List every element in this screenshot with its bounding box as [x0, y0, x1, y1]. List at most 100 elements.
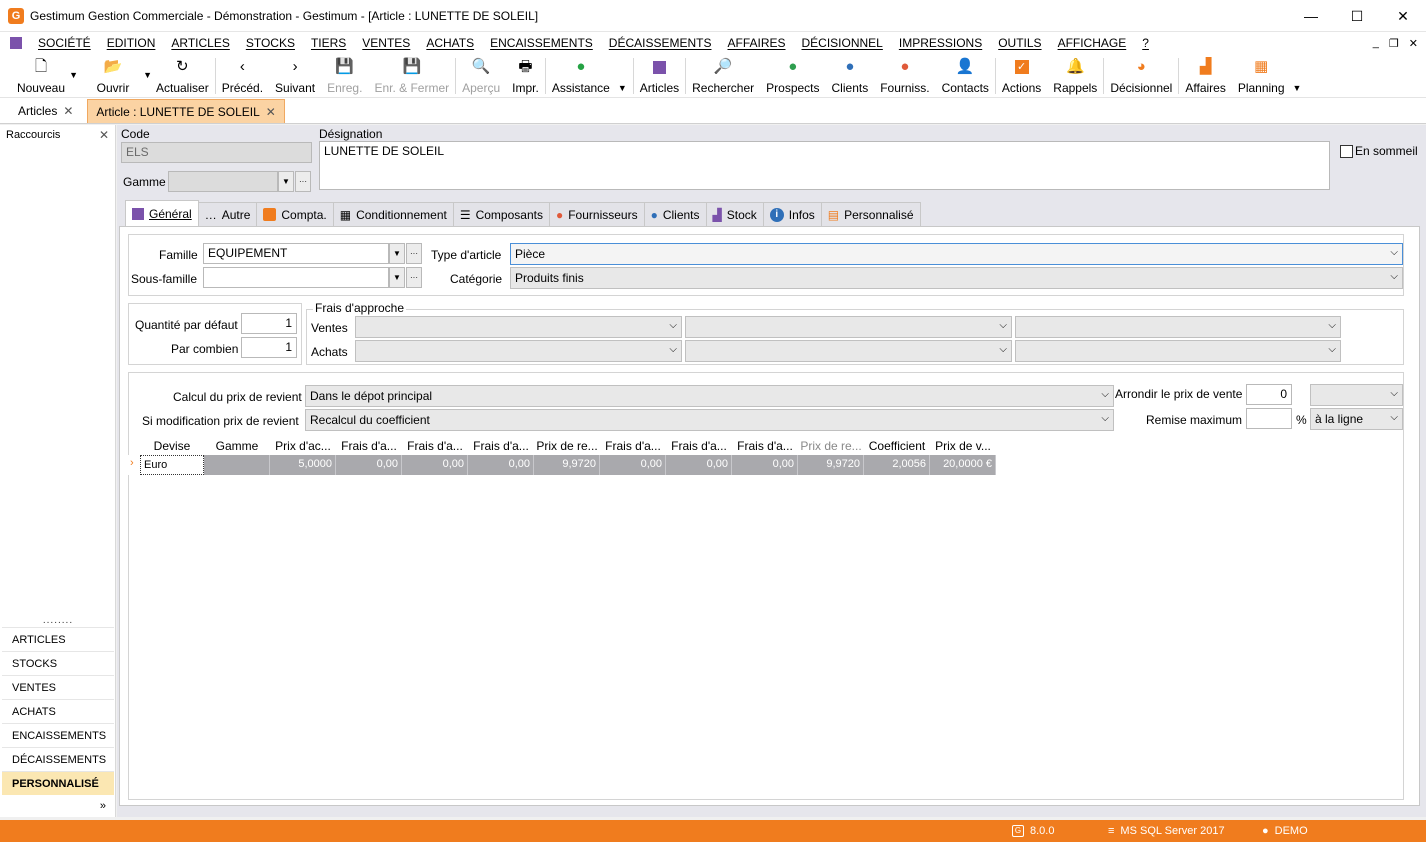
frais-ventes-3-select[interactable]: ⌵: [1015, 316, 1341, 338]
tab-general[interactable]: Général: [125, 200, 199, 226]
menu-decisionnel[interactable]: DÉCISIONNEL: [794, 32, 891, 54]
minimize-button[interactable]: —: [1288, 0, 1334, 32]
grid-cell-frais-1[interactable]: 0,00: [336, 455, 402, 475]
tab-stock[interactable]: ▟ Stock: [705, 202, 764, 226]
save-button[interactable]: 💾 Enreg.: [321, 54, 368, 98]
shortcut-group-personnalise[interactable]: PERSONNALISÉ: [2, 771, 114, 795]
table-row[interactable]: › Euro 5,0000 0,00 0,00 0,00 9,9720 0,00…: [128, 455, 996, 475]
grid-col-frais-4[interactable]: Frais d'a...: [600, 439, 666, 455]
save-close-button[interactable]: 💾 Enr. & Fermer: [368, 54, 455, 98]
menu-stocks[interactable]: STOCKS: [238, 32, 303, 54]
par-combien-field[interactable]: 1: [241, 337, 297, 358]
chevron-down-icon[interactable]: ▼: [69, 70, 78, 80]
tab-composants[interactable]: ☰ Composants: [452, 202, 550, 226]
menu-achats[interactable]: ACHATS: [418, 32, 482, 54]
app-menu-icon[interactable]: [10, 37, 22, 49]
arrondir-field[interactable]: 0: [1246, 384, 1292, 405]
menu-edition[interactable]: EDITION: [99, 32, 164, 54]
gamme-field[interactable]: [168, 171, 278, 192]
tab-personnalise[interactable]: ▤ Personnalisé: [820, 202, 921, 226]
shortcut-group-ventes[interactable]: VENTES: [2, 675, 114, 699]
grid-cell-prix-achat[interactable]: 5,0000: [270, 455, 336, 475]
splitter-handle[interactable]: ........: [0, 615, 116, 626]
search-button[interactable]: 🔎 Rechercher: [686, 54, 760, 98]
menu-decaissements[interactable]: DÉCAISSEMENTS: [601, 32, 720, 54]
tab-autre[interactable]: … Autre: [197, 202, 258, 226]
categorie-select[interactable]: Produits finis ⌵: [510, 267, 1403, 289]
arrondir-mode-select[interactable]: ⌵: [1310, 384, 1403, 406]
grid-col-frais-3[interactable]: Frais d'a...: [468, 439, 534, 455]
preview-button[interactable]: 🔍 Aperçu: [456, 54, 506, 98]
grid-cell-prix-revient[interactable]: 9,9720: [534, 455, 600, 475]
famille-field[interactable]: EQUIPEMENT: [203, 243, 389, 264]
grid-col-prix-revient[interactable]: Prix de re...: [534, 439, 600, 455]
articles-button[interactable]: Articles: [634, 54, 685, 98]
grid-col-frais-6[interactable]: Frais d'a...: [732, 439, 798, 455]
frais-ventes-2-select[interactable]: ⌵: [685, 316, 1012, 338]
menu-help[interactable]: ?: [1134, 32, 1157, 54]
maximize-button[interactable]: ☐: [1334, 0, 1380, 32]
quantite-field[interactable]: 1: [241, 313, 297, 334]
shortcut-group-articles[interactable]: ARTICLES: [2, 627, 114, 651]
tab-compta[interactable]: Compta.: [256, 202, 334, 226]
type-article-select[interactable]: Pièce ⌵: [510, 243, 1403, 265]
ellipsis-button[interactable]: ···: [406, 267, 422, 288]
frais-ventes-1-select[interactable]: ⌵: [355, 316, 682, 338]
menu-tiers[interactable]: TIERS: [303, 32, 354, 54]
menu-ventes[interactable]: VENTES: [354, 32, 418, 54]
reminders-button[interactable]: 🔔 Rappels: [1047, 54, 1103, 98]
shortcut-group-decaissements[interactable]: DÉCAISSEMENTS: [2, 747, 114, 771]
menu-outils[interactable]: OUTILS: [990, 32, 1049, 54]
grid-cell-frais-5[interactable]: 0,00: [666, 455, 732, 475]
close-icon[interactable]: ✕: [99, 128, 109, 142]
grid-col-prix-achat[interactable]: Prix d'ac...: [270, 439, 336, 455]
toolbar-overflow-icon[interactable]: ▼: [618, 83, 627, 93]
close-icon[interactable]: ✕: [63, 104, 73, 118]
tab-clients[interactable]: ● Clients: [643, 202, 707, 226]
previous-button[interactable]: ‹ Précéd.: [216, 54, 269, 98]
grid-col-frais-2[interactable]: Frais d'a...: [402, 439, 468, 455]
designation-field[interactable]: LUNETTE DE SOLEIL: [319, 141, 1330, 190]
mdi-minimize-icon[interactable]: _: [1373, 37, 1379, 49]
grid-col-prix-vente[interactable]: Prix de v...: [930, 439, 996, 455]
grid-cell-devise[interactable]: Euro: [140, 455, 204, 475]
grid-cell-prix-revient-2[interactable]: 9,9720: [798, 455, 864, 475]
menu-impressions[interactable]: IMPRESSIONS: [891, 32, 990, 54]
remise-mode-select[interactable]: à la ligne ⌵: [1310, 408, 1403, 430]
menu-affichage[interactable]: AFFICHAGE: [1050, 32, 1135, 54]
grid-cell-coefficient[interactable]: 2,0056: [864, 455, 930, 475]
grid-cell-frais-2[interactable]: 0,00: [402, 455, 468, 475]
menu-articles[interactable]: ARTICLES: [163, 32, 237, 54]
tab-conditionnement[interactable]: ▦ Conditionnement: [332, 202, 454, 226]
actions-button[interactable]: ✓ Actions: [996, 54, 1047, 98]
open-button[interactable]: 📂 Ouvrir ▼: [80, 54, 152, 98]
toolbar-overflow-icon[interactable]: ▼: [1293, 83, 1302, 93]
decisionnel-button[interactable]: ◕ Décisionnel: [1104, 54, 1178, 98]
modif-prix-select[interactable]: Recalcul du coefficient ⌵: [305, 409, 1114, 431]
mdi-close-icon[interactable]: ✕: [1409, 37, 1418, 50]
menu-encaissements[interactable]: ENCAISSEMENTS: [482, 32, 601, 54]
prospects-button[interactable]: ● Prospects: [760, 54, 825, 98]
grid-cell-frais-6[interactable]: 0,00: [732, 455, 798, 475]
shortcut-group-stocks[interactable]: STOCKS: [2, 651, 114, 675]
menu-affaires[interactable]: AFFAIRES: [719, 32, 793, 54]
doc-tab-articles[interactable]: Articles ✕: [10, 99, 81, 123]
tab-infos[interactable]: i Infos: [762, 202, 822, 226]
chevron-down-icon[interactable]: ▼: [389, 243, 405, 264]
tab-fournisseurs[interactable]: ● Fournisseurs: [548, 202, 645, 226]
grid-cell-frais-4[interactable]: 0,00: [600, 455, 666, 475]
calcul-prix-select[interactable]: Dans le dépot principal ⌵: [305, 385, 1114, 407]
sous-famille-field[interactable]: [203, 267, 389, 288]
grid-col-gamme[interactable]: Gamme: [204, 439, 270, 455]
ellipsis-button[interactable]: ···: [406, 243, 422, 264]
clients-button[interactable]: ● Clients: [826, 54, 875, 98]
frais-achats-3-select[interactable]: ⌵: [1015, 340, 1341, 362]
assistance-button[interactable]: ● Assistance: [546, 54, 616, 98]
shortcut-group-encaissements[interactable]: ENCAISSEMENTS: [2, 723, 114, 747]
menu-societe[interactable]: SOCIÉTÉ: [30, 32, 99, 54]
planning-button[interactable]: ▦ Planning: [1232, 54, 1291, 98]
new-button[interactable]: 🗋 Nouveau ▼: [10, 54, 78, 98]
frais-achats-2-select[interactable]: ⌵: [685, 340, 1012, 362]
affaires-button[interactable]: ▟ Affaires: [1179, 54, 1231, 98]
grid-col-coefficient[interactable]: Coefficient: [864, 439, 930, 455]
